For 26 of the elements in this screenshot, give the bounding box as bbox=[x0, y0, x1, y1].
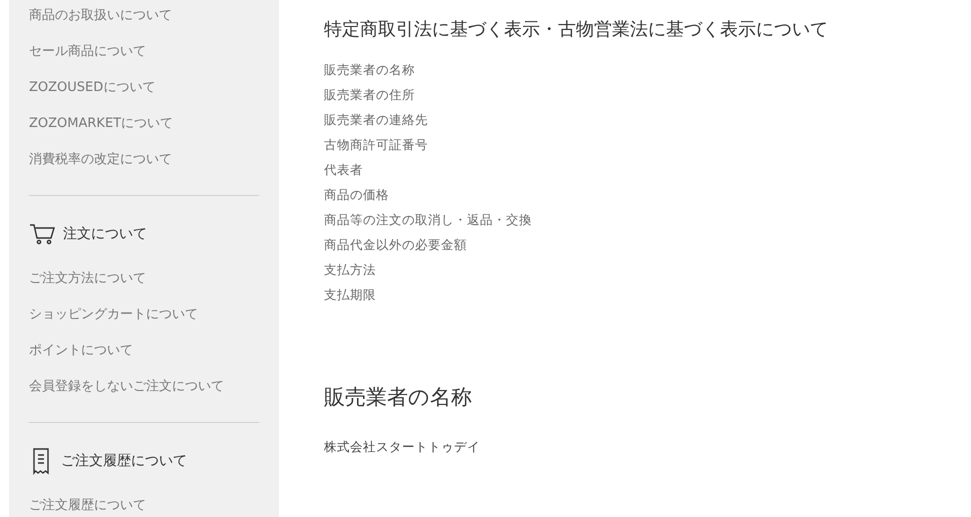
anchor-link[interactable]: 古物商許可証番号 bbox=[324, 132, 828, 157]
anchor-link[interactable]: 支払方法 bbox=[324, 257, 828, 282]
sidebar-link[interactable]: ご注文方法について bbox=[29, 261, 259, 297]
anchor-link[interactable]: 商品の価格 bbox=[324, 182, 828, 207]
sidebar-link[interactable]: ZOZOMARKETについて bbox=[29, 106, 259, 142]
sidebar-link[interactable]: ZOZOUSEDについて bbox=[29, 70, 259, 106]
sidebar-link[interactable]: ポイントについて bbox=[29, 333, 259, 369]
section-text: 株式会社スタートトゥデイ bbox=[324, 439, 481, 456]
anchor-link[interactable]: 販売業者の名称 bbox=[324, 57, 828, 82]
sidebar-link[interactable]: セール商品について bbox=[29, 34, 259, 70]
sidebar-link[interactable]: 会員登録をしないご注文について bbox=[29, 369, 259, 405]
anchor-link[interactable]: 販売業者の住所 bbox=[324, 82, 828, 107]
section-title: ご注文履歴について bbox=[61, 452, 187, 470]
page-title: 特定商取引法に基づく表示・古物営業法に基づく表示について bbox=[324, 18, 828, 41]
cart-icon bbox=[29, 222, 55, 246]
sidebar-link[interactable]: 商品のお取扱いについて bbox=[29, 0, 259, 34]
sidebar-link[interactable]: ショッピングカートについて bbox=[29, 297, 259, 333]
anchor-link[interactable]: 代表者 bbox=[324, 157, 828, 182]
sidebar-link[interactable]: 消費税率の改定について bbox=[29, 142, 259, 178]
anchor-link[interactable]: 商品代金以外の必要金額 bbox=[324, 232, 828, 257]
anchor-link[interactable]: 商品等の注文の取消し・返品・交換 bbox=[324, 207, 828, 232]
section-title: 注文について bbox=[63, 225, 147, 243]
section-heading: 販売業者の名称 bbox=[324, 384, 473, 411]
sidebar-link[interactable]: ご注文履歴について bbox=[29, 488, 259, 517]
anchor-link[interactable]: 販売業者の連絡先 bbox=[324, 107, 828, 132]
anchor-link[interactable]: 支払期限 bbox=[324, 282, 828, 307]
